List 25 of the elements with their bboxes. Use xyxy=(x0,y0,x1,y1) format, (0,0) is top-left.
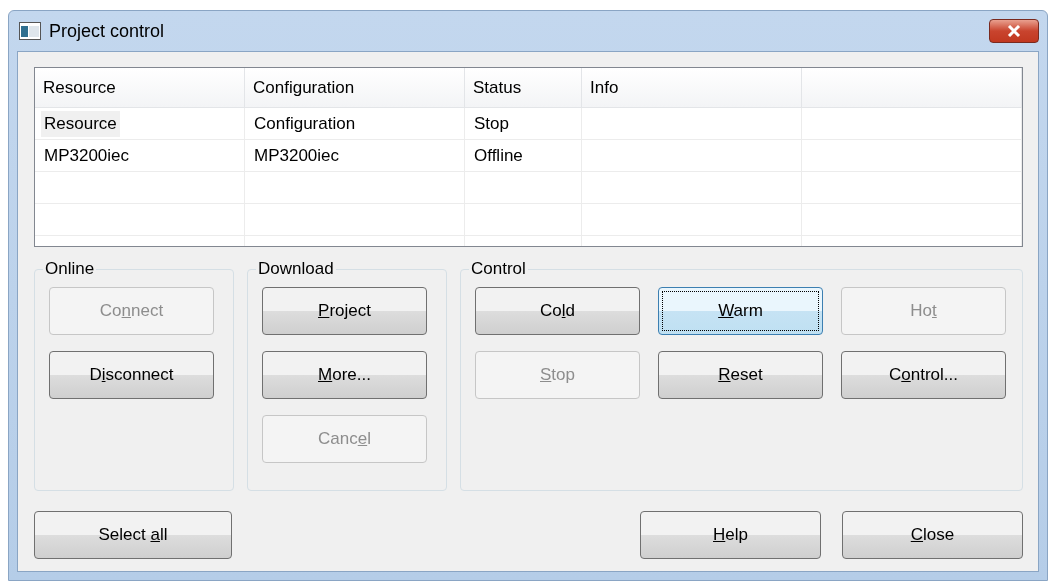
dialog-button[interactable]: Project xyxy=(262,287,427,335)
table-cell: Resource xyxy=(41,110,120,137)
group-label: Download xyxy=(257,259,335,279)
window-icon xyxy=(19,22,41,40)
dialog-button[interactable]: Help xyxy=(640,511,821,559)
table-cell-text: Configuration xyxy=(253,112,357,135)
dialog-button[interactable]: Select all xyxy=(34,511,232,559)
table-cell-text: Stop xyxy=(473,112,510,135)
column-header[interactable]: Info xyxy=(590,77,619,98)
column-header[interactable]: Resource xyxy=(43,77,116,98)
dialog-button[interactable]: More... xyxy=(262,351,427,399)
table-cell-text: MP3200iec xyxy=(43,144,131,167)
dialog-button[interactable]: Control... xyxy=(841,351,1006,399)
table-cell-text: Offline xyxy=(473,144,524,167)
dialog-button[interactable]: Disconnect xyxy=(49,351,214,399)
group-label: Control xyxy=(470,259,527,279)
dialog-button[interactable]: Close xyxy=(842,511,1023,559)
close-icon xyxy=(1007,25,1021,37)
window-title: Project control xyxy=(49,20,166,42)
group-label: Online xyxy=(44,259,96,279)
table-cell-text: MP3200iec xyxy=(253,144,341,167)
dialog-button[interactable]: Reset xyxy=(658,351,823,399)
dialog-button[interactable]: Warm xyxy=(658,287,823,335)
close-button[interactable] xyxy=(989,19,1039,43)
dialog-button[interactable]: Cold xyxy=(475,287,640,335)
